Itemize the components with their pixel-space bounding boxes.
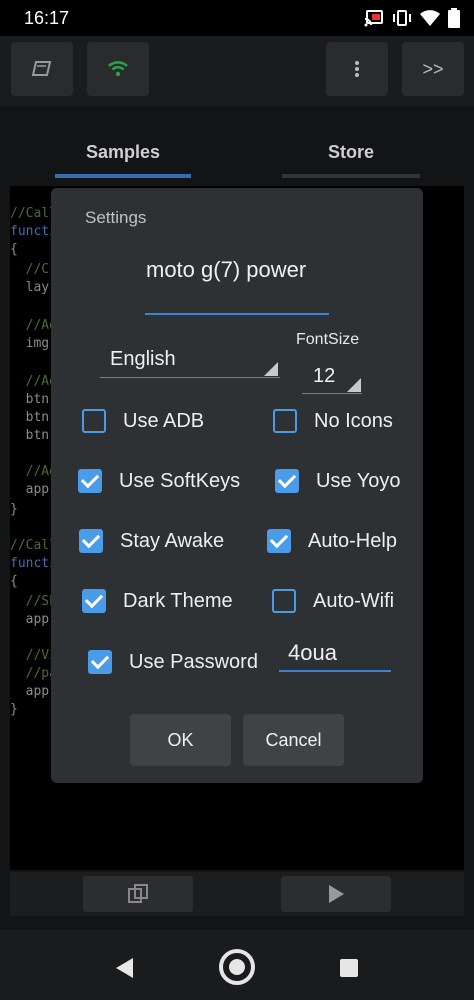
option-label: Use Yoyo [316, 469, 401, 492]
option-label: Use Password [129, 650, 258, 673]
dropdown-arrow-icon [347, 378, 361, 392]
copy-icon [128, 884, 148, 903]
device-name-field[interactable]: moto g(7) power [146, 256, 328, 284]
wifi-button[interactable] [87, 42, 149, 96]
checkbox[interactable] [267, 529, 291, 553]
cast-icon [364, 9, 384, 32]
more-vert-icon [355, 61, 359, 77]
option-label: Auto-Wifi [313, 589, 395, 612]
menu-button[interactable] [326, 42, 388, 96]
battery-icon [448, 8, 460, 33]
tab-active-indicator [55, 174, 191, 178]
checkbox[interactable] [88, 650, 112, 674]
code-line: //Ad [10, 464, 57, 479]
use-softkeys-option[interactable]: Use SoftKeys [78, 469, 240, 493]
use-yoyo-option[interactable]: Use Yoyo [275, 469, 401, 493]
device-name-underline [145, 313, 329, 315]
use-adb-option[interactable]: Use ADB [82, 409, 204, 433]
code-line: //Ad [10, 374, 57, 389]
password-underline [279, 670, 391, 672]
checkbox[interactable] [275, 469, 299, 493]
book-icon [31, 61, 52, 76]
dark-theme-option[interactable]: Dark Theme [82, 589, 233, 613]
dropdown-arrow-icon [264, 362, 278, 376]
code-line: } [10, 702, 18, 717]
use-password-option[interactable]: Use Password [88, 650, 258, 674]
status-time: 16:17 [24, 8, 70, 28]
option-label: No Icons [314, 409, 393, 432]
copy-button[interactable] [83, 876, 193, 912]
code-line: } [10, 502, 18, 517]
bottom-bar [10, 872, 464, 916]
option-label: Use SoftKeys [119, 469, 241, 492]
nav-bar [0, 930, 474, 1000]
checkbox[interactable] [273, 409, 297, 433]
app-screen: 16:17 >> Samples Store //Call functi {/… [0, 0, 474, 1000]
code-line: functi [10, 224, 57, 239]
vibrate-icon [392, 9, 412, 32]
auto-wifi-option[interactable]: Auto-Wifi [272, 589, 394, 613]
status-icons [364, 8, 460, 33]
code-line: //Call [10, 538, 57, 553]
checkbox[interactable] [78, 469, 102, 493]
tab-inactive-indicator [282, 174, 420, 178]
checkbox[interactable] [79, 529, 103, 553]
run-button[interactable] [281, 876, 391, 912]
language-select[interactable]: English [110, 348, 176, 371]
option-label: Use ADB [123, 409, 205, 432]
font-size-select[interactable]: 12 [313, 365, 335, 388]
recents-icon[interactable] [340, 959, 358, 977]
checkbox[interactable] [82, 589, 106, 613]
docs-button[interactable] [11, 42, 73, 96]
status-bar: 16:17 [0, 0, 474, 36]
wifi-icon [108, 61, 128, 77]
code-line: //Call [10, 206, 57, 221]
wifi-icon [420, 9, 440, 32]
option-label: Auto-Help [308, 529, 397, 552]
home-icon[interactable] [219, 949, 255, 985]
cancel-button[interactable]: Cancel [243, 714, 344, 766]
tab-store[interactable]: Store [282, 142, 420, 163]
top-toolbar: >> [0, 36, 474, 106]
font-size-label: FontSize [296, 331, 360, 348]
back-icon[interactable] [116, 958, 133, 978]
play-icon [329, 885, 344, 903]
code-line: functi [10, 556, 57, 571]
code-line: //Ad [10, 318, 57, 333]
dialog-title: Settings [85, 208, 147, 227]
checkbox[interactable] [82, 409, 106, 433]
font-size-underline [302, 393, 362, 394]
checkbox[interactable] [272, 589, 296, 613]
tab-bar: Samples Store [0, 120, 474, 182]
password-field[interactable]: 4oua [288, 640, 337, 666]
code-line: { [10, 574, 18, 589]
no-icons-option[interactable]: No Icons [273, 409, 393, 433]
code-line: { [10, 242, 18, 257]
forward-button[interactable]: >> [402, 42, 464, 96]
option-label: Dark Theme [123, 589, 233, 612]
stay-awake-option[interactable]: Stay Awake [79, 529, 224, 553]
home-dot [229, 959, 245, 975]
ok-button[interactable]: OK [130, 714, 231, 766]
tab-samples[interactable]: Samples [55, 142, 191, 163]
forward-label: >> [422, 58, 444, 79]
language-underline [100, 377, 280, 378]
option-label: Stay Awake [120, 529, 225, 552]
auto-help-option[interactable]: Auto-Help [267, 529, 397, 553]
